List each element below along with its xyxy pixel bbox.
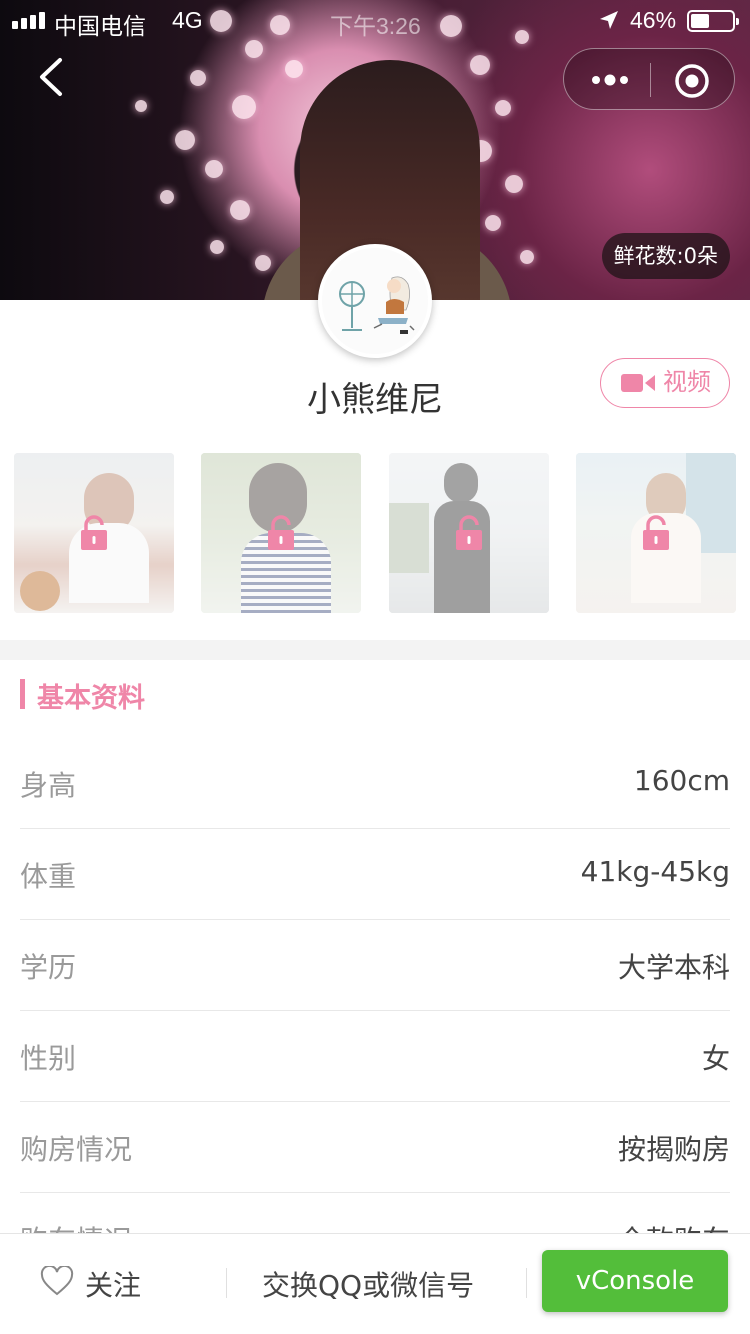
info-row-height: 身高 160cm [20,738,730,829]
flowers-count-badge: 鲜花数:0朵 [601,233,730,279]
mini-program-capsule [563,48,735,110]
video-camera-icon [621,374,655,392]
info-value: 女 [701,1042,730,1075]
target-circle-icon[interactable] [674,63,710,99]
info-row-gender: 性别 女 [20,1011,730,1102]
photo-thumbnail-3[interactable] [389,453,549,613]
info-value: 160cm [633,764,730,797]
info-value: 按揭购房 [617,1133,730,1166]
avatar-illustration [322,248,428,354]
lock-icon [456,515,482,550]
back-button[interactable] [28,52,78,102]
photo-thumbnail-4[interactable] [576,453,736,613]
network-type: 4G [172,7,203,33]
lock-icon [81,515,107,550]
photo-gallery [0,453,750,615]
battery-percent: 46% [630,7,677,33]
exchange-contact-button[interactable]: 交换QQ或微信号 [262,1264,474,1304]
video-button[interactable]: 视频 [600,358,730,408]
info-label: 购房情况 [20,1133,133,1166]
info-row-education: 学历 大学本科 [20,920,730,1011]
basic-info-list: 身高 160cm 体重 41kg-45kg 学历 大学本科 性别 女 购房情况 … [20,738,730,1284]
info-value: 大学本科 [617,951,730,984]
vconsole-button[interactable]: vConsole [542,1250,728,1312]
info-row-weight: 体重 41kg-45kg [20,829,730,920]
info-label: 学历 [20,951,77,984]
bottom-action-bar: 关注 交换QQ或微信号 vConsole [0,1233,750,1334]
info-label: 身高 [20,769,77,802]
info-label: 性别 [20,1042,77,1075]
avatar[interactable] [318,244,432,358]
info-value: 41kg-45kg [580,855,730,888]
location-arrow-icon [600,11,618,29]
section-divider [0,640,750,660]
carrier-name: 中国电信 [54,13,146,39]
follow-label: 关注 [85,1269,142,1302]
clock: 下午3:26 [330,13,421,39]
info-label: 体重 [20,860,77,893]
photo-thumbnail-2[interactable] [201,453,361,613]
battery-icon [687,10,739,32]
status-bar: 中国电信 4G 下午3:26 46% [0,0,750,40]
lock-icon [643,515,669,550]
signal-icon [12,12,45,29]
heart-icon [40,1266,74,1296]
lock-icon [268,515,294,550]
video-button-label: 视频 [663,368,711,396]
info-row-housing: 购房情况 按揭购房 [20,1102,730,1193]
photo-thumbnail-1[interactable] [14,453,174,613]
section-title-text: 基本资料 [37,683,145,714]
chevron-left-icon [40,58,62,96]
more-dots-icon[interactable] [590,68,630,92]
